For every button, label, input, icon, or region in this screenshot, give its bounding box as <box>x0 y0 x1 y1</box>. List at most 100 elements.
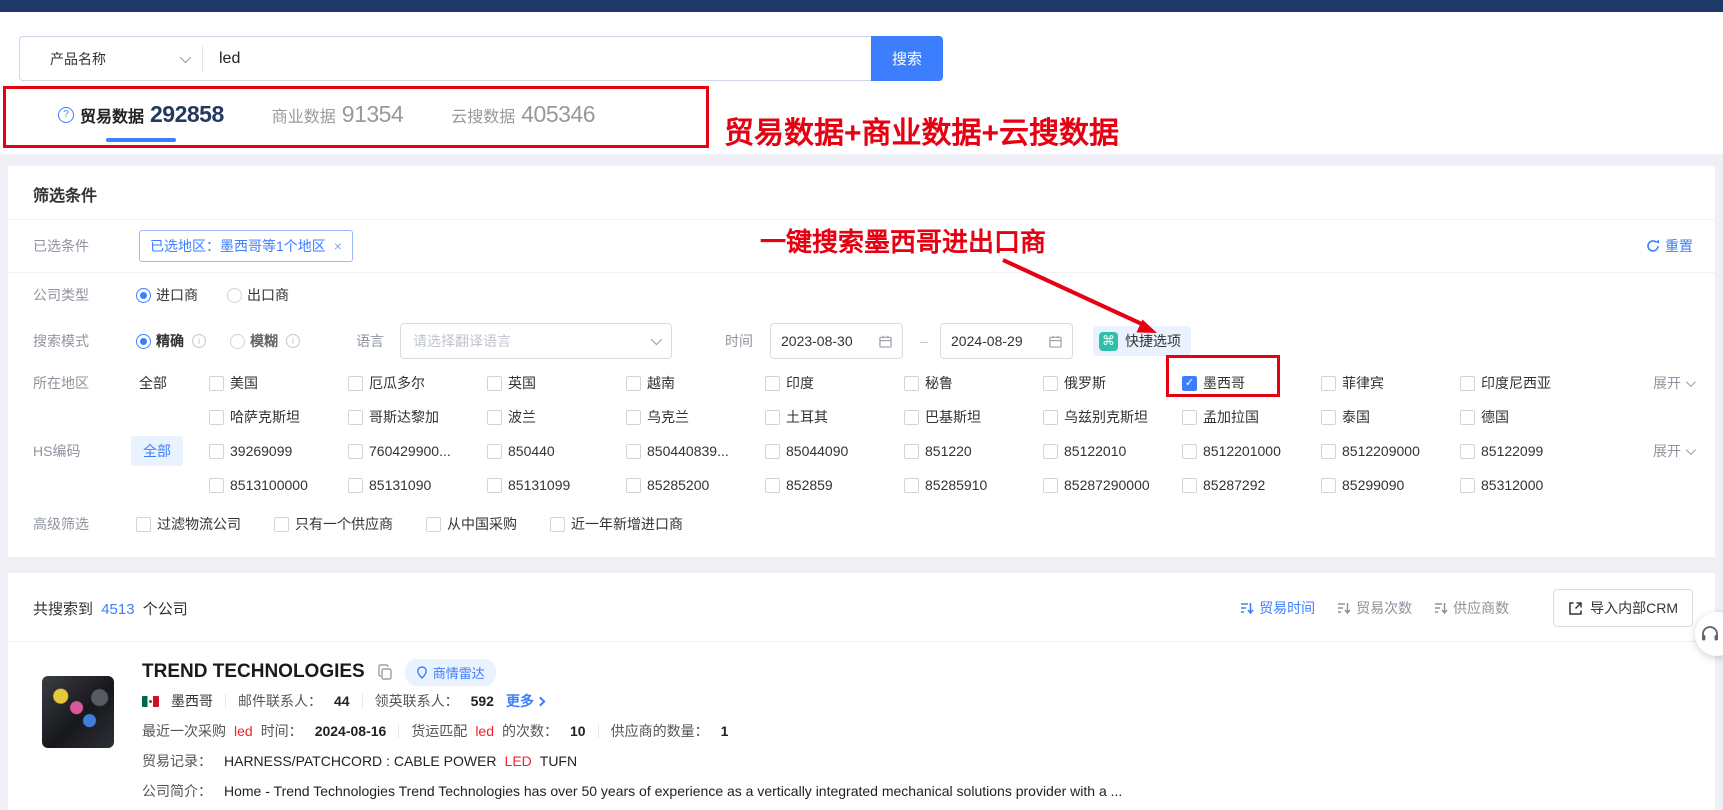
quick-options-button[interactable]: ⌘ 快捷选项 <box>1093 326 1191 356</box>
business-radar-badge[interactable]: 商情雷达 <box>405 659 496 686</box>
checkbox-icon <box>487 444 502 459</box>
hs-checkbox[interactable]: 85044090 <box>765 443 904 459</box>
region-checkbox-ukraine[interactable]: 乌克兰 <box>626 407 765 427</box>
freight-prefix: 货运匹配 <box>411 721 467 741</box>
advanced-checkbox-new-importer[interactable]: 近一年新增进口商 <box>550 514 683 534</box>
checkbox-icon <box>1182 444 1197 459</box>
expand-label: 展开 <box>1653 373 1681 393</box>
hs-checkbox[interactable]: 760429900... <box>348 443 487 459</box>
hs-checkbox[interactable]: 85287292 <box>1182 477 1321 493</box>
company-thumbnail-image[interactable] <box>42 676 114 748</box>
hs-checkbox[interactable]: 85299090 <box>1321 477 1460 493</box>
checkbox-label: 从中国采购 <box>447 514 517 534</box>
search-category-select[interactable]: 产品名称 <box>20 37 202 80</box>
hs-checkbox[interactable]: 85285200 <box>626 477 765 493</box>
hs-checkbox[interactable]: 39269099 <box>209 443 348 459</box>
tag-close-icon[interactable]: × <box>334 238 342 254</box>
sort-trade-count-button[interactable]: 贸易次数 <box>1337 598 1412 618</box>
search-category-label: 产品名称 <box>50 49 180 69</box>
region-checkbox-kazakhstan[interactable]: 哈萨克斯坦 <box>209 407 348 427</box>
advanced-filter-label: 高级筛选 <box>33 514 89 534</box>
region-checkbox-costa-rica[interactable]: 哥斯达黎加 <box>348 407 487 427</box>
date-to-input[interactable]: 2024-08-29 <box>940 323 1073 359</box>
radio-exact-mode[interactable]: 精确 i <box>136 331 206 351</box>
hs-checkbox[interactable]: 8512201000 <box>1182 443 1321 459</box>
date-range-dash: – <box>920 333 928 349</box>
hs-code-row-1: HS编码 全部 39269099 760429900... 850440 850… <box>8 433 1715 469</box>
region-checkbox-russia[interactable]: 俄罗斯 <box>1043 373 1182 393</box>
tab-business-data[interactable]: 商业数据 91354 <box>272 101 403 128</box>
active-tab-underline <box>106 138 176 142</box>
region-checkbox-indonesia[interactable]: 印度尼西亚 <box>1460 373 1599 393</box>
tab-trade-data[interactable]: ? 贸易数据 292858 <box>58 101 224 128</box>
summary-suffix: 个公司 <box>143 601 188 618</box>
region-expand-button[interactable]: 展开 <box>1653 373 1693 393</box>
hs-checkbox[interactable]: 85131090 <box>348 477 487 493</box>
region-checkbox-uk[interactable]: 英国 <box>487 373 626 393</box>
checkbox-icon <box>274 517 289 532</box>
advanced-options: 过滤物流公司 只有一个供应商 从中国采购 近一年新增进口商 <box>136 514 683 534</box>
checkbox-icon <box>209 410 224 425</box>
advanced-checkbox-filter-logistics[interactable]: 过滤物流公司 <box>136 514 241 534</box>
hs-checkbox[interactable]: 850440839... <box>626 443 765 459</box>
sort-trade-time-button[interactable]: 贸易时间 <box>1240 598 1315 618</box>
date-from-input[interactable]: 2023-08-30 <box>770 323 903 359</box>
hs-checkbox[interactable]: 85122010 <box>1043 443 1182 459</box>
region-checkbox-philippines[interactable]: 菲律宾 <box>1321 373 1460 393</box>
import-icon <box>1568 601 1583 616</box>
hs-checkbox[interactable]: 8512209000 <box>1321 443 1460 459</box>
region-checkbox-ecuador[interactable]: 厄瓜多尔 <box>348 373 487 393</box>
radio-fuzzy-mode[interactable]: 模糊 i <box>230 331 300 351</box>
region-checkbox-pakistan[interactable]: 巴基斯坦 <box>904 407 1043 427</box>
hs-checkbox[interactable]: 8513100000 <box>209 477 348 493</box>
region-checkbox-turkey[interactable]: 土耳其 <box>765 407 904 427</box>
region-checkbox-peru[interactable]: 秘鲁 <box>904 373 1043 393</box>
tab-cloud-search-data[interactable]: 云搜数据 405346 <box>451 101 595 128</box>
region-checkbox-vietnam[interactable]: 越南 <box>626 373 765 393</box>
copy-icon[interactable] <box>377 664 393 680</box>
checkbox-icon <box>1321 444 1336 459</box>
region-checkbox-thailand[interactable]: 泰国 <box>1321 407 1460 427</box>
search-button[interactable]: 搜索 <box>871 36 943 81</box>
hs-checkbox[interactable]: 85122099 <box>1460 443 1599 459</box>
selected-region-tag[interactable]: 已选地区：墨西哥等1个地区 × <box>139 230 353 262</box>
checkbox-icon <box>904 478 919 493</box>
region-checkbox-uzbekistan[interactable]: 乌兹别克斯坦 <box>1043 407 1182 427</box>
advanced-checkbox-single-supplier[interactable]: 只有一个供应商 <box>274 514 393 534</box>
company-profile-row: 公司简介： Home - Trend Technologies Trend Te… <box>142 776 1715 806</box>
radio-importer[interactable]: 进口商 <box>136 285 198 305</box>
region-all-button[interactable]: 全部 <box>139 373 167 393</box>
hs-checkbox[interactable]: 850440 <box>487 443 626 459</box>
quick-options-label: 快捷选项 <box>1125 331 1181 351</box>
region-checkbox-bangladesh[interactable]: 孟加拉国 <box>1182 407 1321 427</box>
hs-checkbox[interactable]: 852859 <box>765 477 904 493</box>
hs-all-button[interactable]: 全部 <box>131 436 183 466</box>
more-link[interactable]: 更多 <box>506 691 544 711</box>
search-input[interactable] <box>203 37 871 80</box>
hs-checkbox[interactable]: 85312000 <box>1460 477 1599 493</box>
reset-button[interactable]: 重置 <box>1646 236 1693 256</box>
hs-checkbox[interactable]: 85287290000 <box>1043 477 1182 493</box>
tab-count: 91354 <box>342 101 403 128</box>
region-checkbox-germany[interactable]: 德国 <box>1460 407 1599 427</box>
region-checkbox-india[interactable]: 印度 <box>765 373 904 393</box>
linkedin-contacts-label: 领英联系人： <box>375 691 459 711</box>
selected-conditions-row: 已选条件 已选地区：墨西哥等1个地区 × 重置 <box>8 220 1715 272</box>
language-select[interactable]: 请选择翻译语言 <box>400 323 672 359</box>
region-row-2: 哈萨克斯坦 哥斯达黎加 波兰 乌克兰 土耳其 巴基斯坦 乌兹别克斯坦 孟加拉国 … <box>8 401 1715 433</box>
hs-checkbox[interactable]: 851220 <box>904 443 1043 459</box>
region-checkbox-mexico[interactable]: ✓墨西哥 <box>1182 373 1321 393</box>
company-name-link[interactable]: TREND TECHNOLOGIES <box>142 661 365 683</box>
info-circle-icon: i <box>192 334 206 348</box>
region-checkbox-poland[interactable]: 波兰 <box>487 407 626 427</box>
sort-supplier-count-button[interactable]: 供应商数 <box>1434 598 1509 618</box>
keyword-led: led <box>234 723 253 739</box>
page-root: 产品名称 搜索 ? 贸易数据 292858 商业数据 91354 云搜数据 <box>0 0 1723 810</box>
import-crm-button[interactable]: 导入内部CRM <box>1553 589 1693 627</box>
hs-checkbox[interactable]: 85131099 <box>487 477 626 493</box>
advanced-checkbox-buy-from-china[interactable]: 从中国采购 <box>426 514 517 534</box>
radio-exporter[interactable]: 出口商 <box>227 285 289 305</box>
region-checkbox-usa[interactable]: 美国 <box>209 373 348 393</box>
hs-expand-button[interactable]: 展开 <box>1653 441 1693 461</box>
hs-checkbox[interactable]: 85285910 <box>904 477 1043 493</box>
